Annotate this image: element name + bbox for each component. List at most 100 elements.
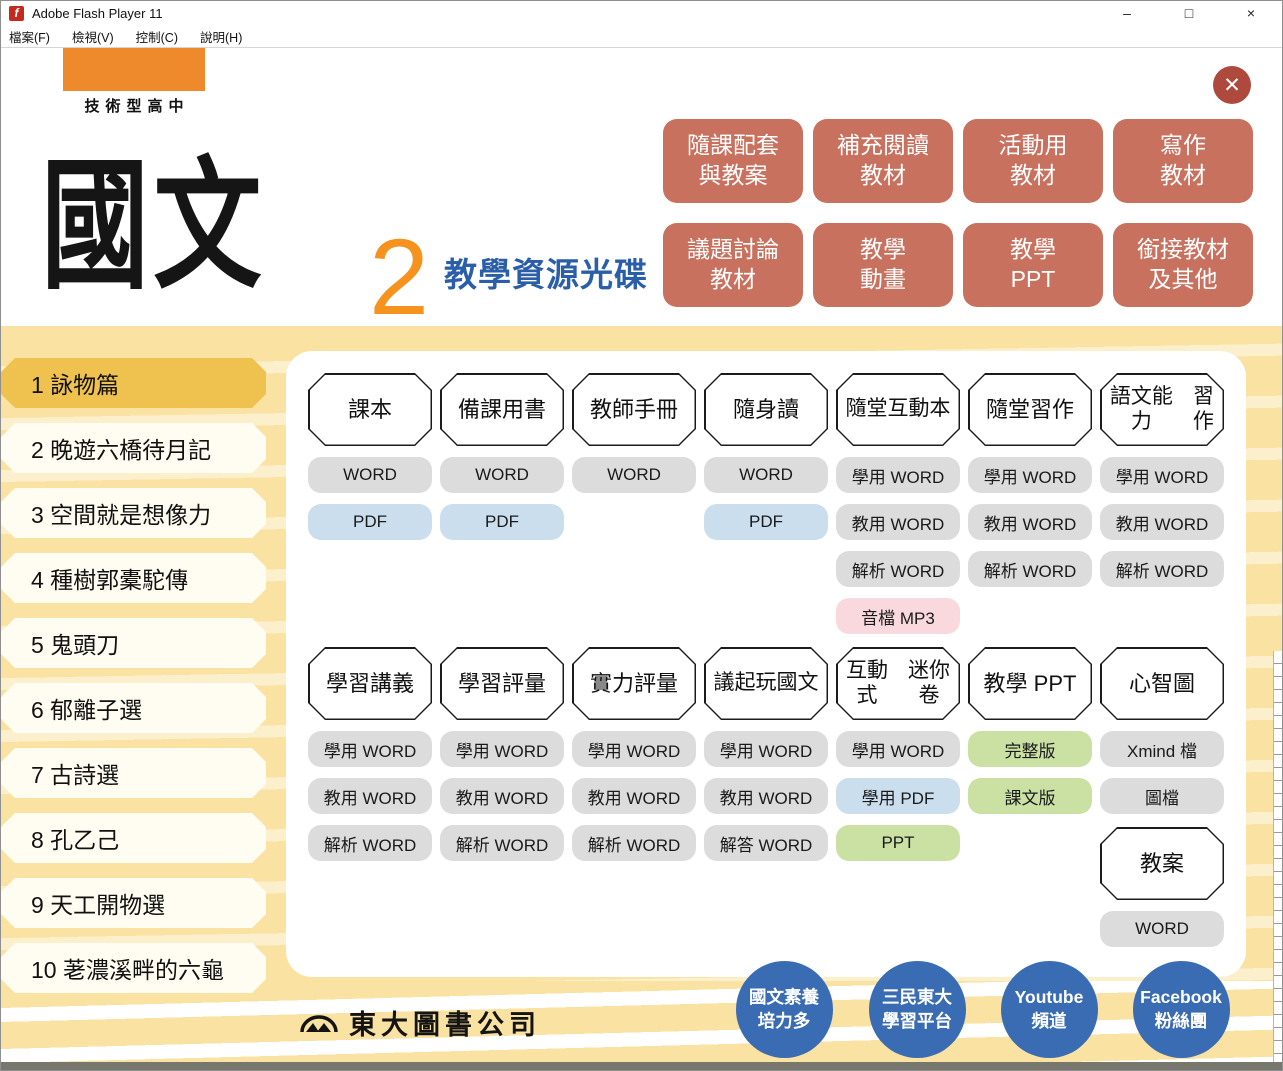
resource-button[interactable]: 學用 WORD xyxy=(704,731,828,767)
resource-button[interactable]: 教用 WORD xyxy=(1100,504,1224,540)
resource-button[interactable]: Xmind 檔 xyxy=(1100,731,1224,767)
title-bar: f Adobe Flash Player 11 – □ × xyxy=(1,1,1282,25)
resource-section-2: 學習講義學用 WORD教用 WORD解析 WORD學習評量學用 WORD教用 W… xyxy=(308,647,1246,947)
category-button-2[interactable]: 活動用教材 xyxy=(963,119,1103,203)
series-label: 技術型高中 xyxy=(63,95,205,116)
menu-item-1[interactable]: 檢視(V) xyxy=(72,27,114,46)
resource-button[interactable]: 解析 WORD xyxy=(968,551,1092,587)
resource-button[interactable]: 解析 WORD xyxy=(836,551,960,587)
resource-group-header: 學習講義 xyxy=(308,647,432,720)
resource-group-header: 隨堂習作 xyxy=(968,373,1092,446)
resource-button[interactable]: 教用 WORD xyxy=(572,778,696,814)
menu-item-3[interactable]: 說明(H) xyxy=(200,27,242,46)
sidebar-item-lesson-7[interactable]: 7 古詩選 xyxy=(1,748,266,798)
resource-button[interactable]: PDF xyxy=(440,504,564,540)
resource-column-1-1: 課本 WORD PDF xyxy=(308,373,432,634)
sidebar-item-lesson-2[interactable]: 2 晚遊六橋待月記 xyxy=(1,423,266,473)
footer-link-circle-2[interactable]: Youtube頻道 xyxy=(1001,961,1098,1058)
resource-group-header: 實力評量 xyxy=(572,647,696,720)
menu-item-0[interactable]: 檔案(F) xyxy=(9,27,50,46)
category-button-0[interactable]: 隨課配套與教案 xyxy=(663,119,803,203)
resource-column-2-5: 互動式迷你卷學用 WORD學用 PDFPPT xyxy=(836,647,960,947)
sidebar-item-lesson-3[interactable]: 3 空間就是想像力 xyxy=(1,488,266,538)
resource-button[interactable]: 解析 WORD xyxy=(440,825,564,861)
resource-button[interactable]: 教用 WORD xyxy=(836,504,960,540)
resource-group-header: 議起玩國文 xyxy=(704,647,828,720)
resource-group-header: 學習評量 xyxy=(440,647,564,720)
sidebar-item-lesson-8[interactable]: 8 孔乙己 xyxy=(1,813,266,863)
close-app-icon[interactable]: ✕ xyxy=(1213,66,1251,104)
resource-column-2-7: 心智圖Xmind 檔圖檔教案WORD xyxy=(1100,647,1224,947)
resource-button[interactable]: 教用 WORD xyxy=(308,778,432,814)
resource-button[interactable]: 解析 WORD xyxy=(1100,551,1224,587)
resource-button[interactable]: WORD xyxy=(704,457,828,493)
menu-item-2[interactable]: 控制(C) xyxy=(136,27,178,46)
window-bottom-border xyxy=(1,1062,1283,1070)
resource-button[interactable]: WORD xyxy=(1100,911,1224,947)
resource-panel: 課本WORDPDF備課用書WORDPDF教師手冊WORD隨身讀WORDPDF隨堂… xyxy=(286,351,1246,977)
resource-button[interactable]: WORD xyxy=(308,457,432,493)
resource-group-header: 心智圖 xyxy=(1100,647,1224,720)
resource-button[interactable]: 音檔 MP3 xyxy=(836,598,960,634)
resource-button[interactable]: 學用 PDF xyxy=(836,778,960,814)
resource-button[interactable]: 教用 WORD xyxy=(968,504,1092,540)
category-button-5[interactable]: 教學動畫 xyxy=(813,223,953,307)
category-button-6[interactable]: 教學PPT xyxy=(963,223,1103,307)
sidebar-item-lesson-9[interactable]: 9 天工開物選 xyxy=(1,878,266,928)
resource-button[interactable]: 教用 WORD xyxy=(704,778,828,814)
sidebar-item-lesson-4[interactable]: 4 種樹郭橐駝傳 xyxy=(1,553,266,603)
footer-link-circle-1[interactable]: 三民東大學習平台 xyxy=(869,961,966,1058)
resource-button[interactable]: 學用 WORD xyxy=(836,731,960,767)
resource-button[interactable]: 教用 WORD xyxy=(440,778,564,814)
footer-link-circle-0[interactable]: 國文素養培力多 xyxy=(736,961,833,1058)
category-button-grid: 隨課配套與教案補充閱讀教材活動用教材寫作教材議題討論教材教學動畫教學PPT銜接教… xyxy=(663,119,1253,307)
resource-button[interactable]: WORD xyxy=(440,457,564,493)
publisher-brand-block xyxy=(63,48,205,91)
volume-number: 2 xyxy=(369,223,429,331)
resource-column-1-5: 隨堂互動本學用 WORD教用 WORD解析 WORD音檔 MP3 xyxy=(836,373,960,634)
resource-column-2-1: 學習講義學用 WORD 教用 WORD 解析 WORD xyxy=(308,647,432,947)
resource-button[interactable]: 解析 WORD xyxy=(572,825,696,861)
resource-column-2-6: 教學 PPT完整版課文版 xyxy=(968,647,1092,947)
window-controls: – □ × xyxy=(1096,1,1282,25)
resource-button[interactable]: 學用 WORD xyxy=(836,457,960,493)
resource-button[interactable]: 解答 WORD xyxy=(704,825,828,861)
resource-column-1-4: 隨身讀 WORD PDF xyxy=(704,373,828,634)
resource-button[interactable]: 解析 WORD xyxy=(308,825,432,861)
window-title: Adobe Flash Player 11 xyxy=(32,6,163,21)
resource-button[interactable]: 學用 WORD xyxy=(308,731,432,767)
resource-button[interactable]: 完整版 xyxy=(968,731,1092,767)
category-button-3[interactable]: 寫作教材 xyxy=(1113,119,1253,203)
resource-button[interactable]: WORD xyxy=(572,457,696,493)
maximize-button[interactable]: □ xyxy=(1158,1,1220,25)
category-button-4[interactable]: 議題討論教材 xyxy=(663,223,803,307)
resource-button[interactable]: 圖檔 xyxy=(1100,778,1224,814)
resource-button[interactable]: 學用 WORD xyxy=(968,457,1092,493)
resource-group-header: 語文能力習作 xyxy=(1100,373,1224,446)
header-area: 技術型高中 國文 2 教學資源光碟 ✕ 隨課配套與教案補充閱讀教材活動用教材寫作… xyxy=(1,48,1282,326)
resource-button[interactable]: 學用 WORD xyxy=(440,731,564,767)
category-button-7[interactable]: 銜接教材及其他 xyxy=(1113,223,1253,307)
resource-column-2-3: 實力評量學用 WORD 教用 WORD 解析 WORD xyxy=(572,647,696,947)
menu-bar: 檔案(F) 檢視(V) 控制(C) 說明(H) xyxy=(1,25,1282,48)
resource-button[interactable]: PDF xyxy=(704,504,828,540)
resource-button[interactable]: PPT xyxy=(836,825,960,861)
page-subtitle: 教學資源光碟 xyxy=(444,248,648,296)
lesson-sidebar: 1 詠物篇 2 晚遊六橋待月記 3 空間就是想像力 4 種樹郭橐駝傳 5 鬼頭刀 6 郁離… xyxy=(1,358,266,1008)
resource-column-1-2: 備課用書WORDPDF xyxy=(440,373,564,634)
close-window-button[interactable]: × xyxy=(1220,1,1282,25)
footer-link-circle-3[interactable]: Facebook粉絲團 xyxy=(1133,961,1230,1058)
resource-button[interactable]: 學用 WORD xyxy=(572,731,696,767)
category-button-1[interactable]: 補充閱讀教材 xyxy=(813,119,953,203)
sidebar-item-lesson-6[interactable]: 6 郁離子選 xyxy=(1,683,266,733)
minimize-button[interactable]: – xyxy=(1096,1,1158,25)
resource-button[interactable]: PDF xyxy=(308,504,432,540)
flash-player-window: f Adobe Flash Player 11 – □ × 檔案(F) 檢視(V)… xyxy=(0,0,1283,1071)
right-scrollbar-strip[interactable] xyxy=(1273,651,1283,1071)
resource-group-header: 隨身讀 xyxy=(704,373,828,446)
resource-group-header: 課本 xyxy=(308,373,432,446)
resource-button[interactable]: 學用 WORD xyxy=(1100,457,1224,493)
resource-button[interactable]: 課文版 xyxy=(968,778,1092,814)
sidebar-item-lesson-5[interactable]: 5 鬼頭刀 xyxy=(1,618,266,668)
sidebar-item-lesson-1[interactable]: 1 詠物篇 xyxy=(1,358,266,408)
